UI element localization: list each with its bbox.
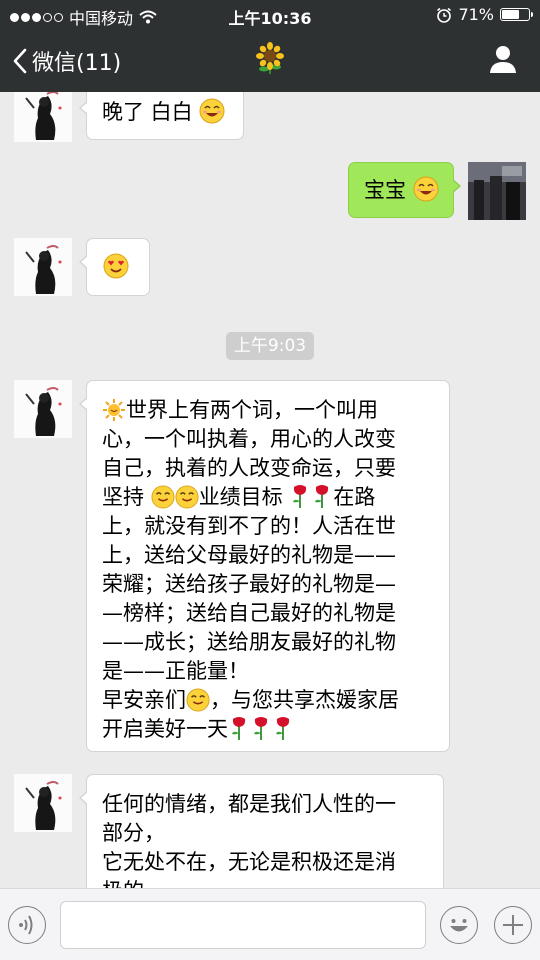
message-line: 坚持 业绩目标 在路 [102,485,376,509]
dancer-avatar-image [14,380,72,438]
chat-timestamp: 上午9:03 [226,332,314,360]
message-input[interactable] [60,901,426,949]
message-line: —榜样；送给自己最好的礼物是 [102,601,396,625]
smile-emoji [175,485,199,509]
message-line: 早安亲们 ，与您共享杰媛家居 [102,688,399,712]
contact-avatar[interactable] [14,380,72,438]
emoji-button[interactable] [440,906,478,944]
more-button[interactable] [494,906,532,944]
dancer-avatar-image [14,92,72,142]
message-line: 心，一个叫执着，用心的人改变 [102,427,396,451]
photo-avatar-image [468,162,526,220]
rose-emoji [276,717,290,740]
message-line: 它无处不在，无论是积极还是消 [102,850,396,874]
contact-avatar[interactable] [14,92,72,142]
status-bar: 中国移动 上午10:36 71% [0,0,540,30]
rose-emoji [315,485,329,508]
message-bubble[interactable]: 晚了 白白 [79,92,244,140]
message-line: 荣耀；送给孩子最好的礼物是— [102,572,396,596]
message-line: 是——正能量！ [102,659,249,683]
my-message-bubble[interactable]: 宝宝 [348,162,461,218]
smile-emoji [151,485,175,509]
battery-percent: 71% [458,5,494,24]
message-line: 开启美好一天 [102,715,449,744]
dancer-avatar-image [14,238,72,296]
voice-icon [18,915,32,934]
battery-icon [500,8,533,21]
person-icon [490,46,516,73]
message-line: 上，就没有到不了的！人活在世 [102,514,396,538]
message-line: 世界上有两个词，一个叫用 [102,396,449,425]
chat-title [0,42,540,83]
message-line: 任何的情绪，都是我们人性的一 [102,792,396,816]
message-line: 自己，执着的人改变命运，只要 [102,456,396,480]
heart-eyes-emoji [103,253,129,279]
chat-area[interactable]: 晚了 白白 宝宝 上午9:03 世界上有两个词，一个叫用 心，一个叫执着，用心的… [0,92,540,888]
voice-button[interactable] [8,906,46,944]
smile-emoji [413,176,439,202]
chat-info-button[interactable] [488,44,518,74]
sun-emoji [103,399,125,421]
input-bar [0,888,540,960]
dancer-avatar-image [14,774,72,832]
status-right: 71% [436,5,533,24]
emoji-face-icon [449,918,468,931]
nav-bar: 微信(11) [0,30,540,92]
message-bubble[interactable]: 世界上有两个词，一个叫用 心，一个叫执着，用心的人改变 自己，执着的人改变命运，… [79,380,450,752]
message-line: 上，送给父母最好的礼物是—— [102,543,396,567]
rose-emoji [254,717,268,740]
plus-icon [502,914,523,935]
my-avatar[interactable] [468,162,526,220]
sunflower-icon [256,42,284,74]
smile-emoji [199,98,225,124]
contact-avatar[interactable] [14,774,72,832]
rose-emoji [232,717,246,740]
message-line: 部分， [102,821,165,845]
message-line: 极的， [102,877,443,888]
contact-avatar[interactable] [14,238,72,296]
battery-fill [502,10,519,19]
message-text: 宝宝 [364,178,406,202]
message-line: ——成长；送给朋友最好的礼物 [102,630,396,654]
alarm-clock-icon [437,7,452,23]
smile-emoji [186,688,210,712]
message-text: 晚了 白白 [102,100,193,124]
message-bubble[interactable] [79,238,150,296]
message-bubble[interactable]: 任何的情绪，都是我们人性的一 部分， 它无处不在，无论是积极还是消 极的， [79,774,444,888]
rose-emoji [293,485,307,508]
